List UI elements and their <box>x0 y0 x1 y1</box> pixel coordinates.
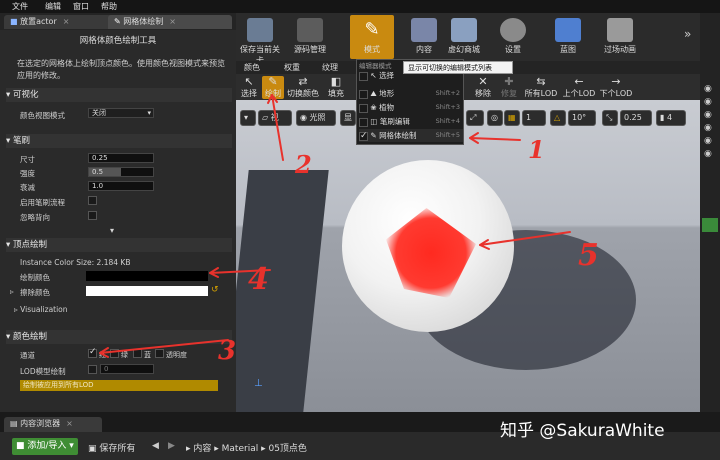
button-label: 保存所有 <box>99 444 136 454</box>
annotation-number-3: 3 <box>218 336 237 366</box>
history-back-button[interactable]: ◀ <box>152 441 159 451</box>
add-import-button[interactable]: ■ 添加/导入 ▾ <box>12 438 78 455</box>
annotation-number-5: 5 <box>578 238 599 273</box>
breadcrumb: ▸ 内容 ▸ Material ▸ 05顶点色 <box>186 444 307 454</box>
field-value: 0.5 <box>92 168 104 176</box>
button-label: 添加/导入 <box>27 441 67 451</box>
annotation-number-1: 1 <box>528 135 545 164</box>
content-browser-icon: ▤ <box>10 419 21 428</box>
watermark: 知乎 @SakuraWhite <box>500 421 665 441</box>
select-value: 关闭 <box>92 109 106 117</box>
save-icon: ▣ <box>88 444 100 454</box>
save-all-button[interactable]: ▣ 保存所有 <box>88 441 135 454</box>
tab-label: 内容浏览器 <box>20 419 61 428</box>
annotation-number-2: 2 <box>295 150 312 179</box>
field-value: 0 <box>104 365 109 373</box>
annotation-arrow-2 <box>271 94 284 161</box>
annotation-overlay <box>99 94 571 358</box>
field-value: 0.25 <box>92 154 108 162</box>
breadcrumb-item[interactable]: Material <box>222 444 259 454</box>
breadcrumb-item[interactable]: 05顶点色 <box>268 444 306 454</box>
history-forward-button[interactable]: ▶ <box>168 441 175 451</box>
field-value: 1.0 <box>92 182 104 190</box>
plus-icon: ■ <box>16 441 28 451</box>
breadcrumb-item[interactable]: 内容 <box>193 444 211 454</box>
close-icon[interactable]: × <box>66 419 73 428</box>
annotation-arrow-1 <box>469 137 521 141</box>
annotation-number-4: 4 <box>248 262 269 297</box>
annotation-arrow-3 <box>99 339 229 354</box>
tab-content-browser[interactable]: ▤ 内容浏览器 × <box>4 417 102 432</box>
annotation-arrow-5 <box>479 231 571 246</box>
